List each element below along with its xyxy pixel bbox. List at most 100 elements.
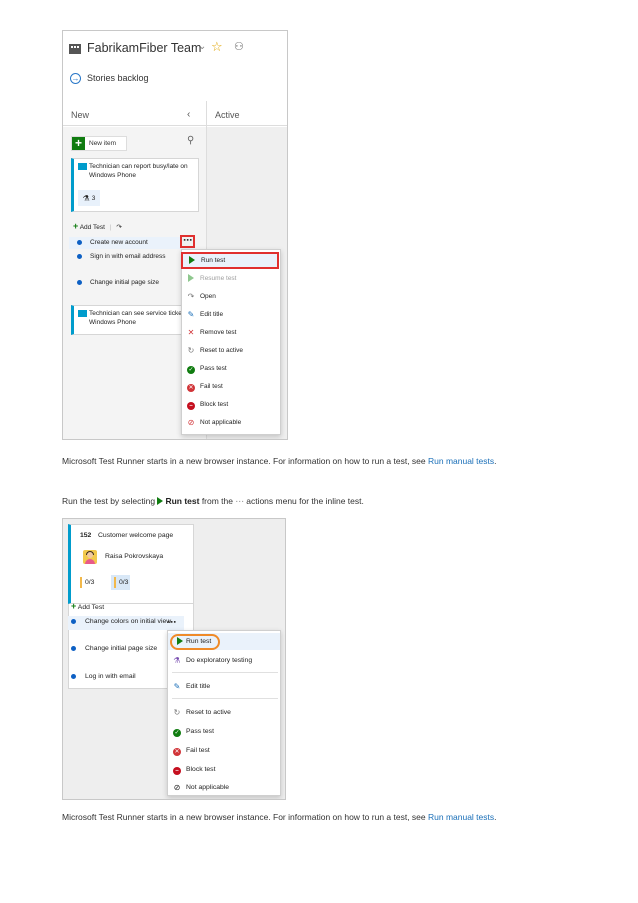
menu-item-edit-title[interactable]: ✎ Edit title [168,678,280,695]
test-actions-menu: Run test Resume test ↷ Open ✎ Edit title… [181,249,281,435]
menu-item-exploratory-testing[interactable]: ⚗ Do exploratory testing [168,652,280,669]
menu-item-run-test[interactable]: Run test [168,633,280,650]
plus-icon: + [71,601,77,611]
add-test-label: Add Test [77,604,105,611]
test-item[interactable]: Change initial page size [77,279,177,287]
block-circle-icon: – [173,766,181,775]
test-item[interactable]: Change initial page size [71,645,181,654]
play-icon [189,255,195,264]
menu-item-label: Remove test [200,329,237,336]
add-test-button[interactable]: + Add Test [71,601,104,611]
new-item-button[interactable]: + New item [71,136,127,151]
menu-item-reset-to-active[interactable]: ↻ Reset to active [168,704,280,721]
run-manual-tests-link[interactable]: Run manual tests [428,456,494,466]
test-dot-icon [71,646,76,651]
menu-item-not-applicable[interactable]: ⊘ Not applicable [168,779,280,796]
paragraph-end: . [494,456,497,466]
test-item[interactable]: Sign in with email address [77,253,177,261]
stories-backlog-link[interactable]: Stories backlog [87,73,149,83]
test-item[interactable]: Log in with email [71,673,181,682]
open-arrow-icon: ↷ [187,292,195,301]
arrow-right-circle-icon[interactable]: → [70,73,81,84]
separator: | [109,224,112,231]
menu-item-label: Pass test [200,365,227,372]
share-icon[interactable]: ↷ [116,224,121,231]
paragraph-run-instructions: Run the test by selecting Run test from … [62,492,562,510]
menu-item-block-test[interactable]: – Block test [168,761,280,778]
test-progress-chip[interactable]: 0/3 [111,575,131,590]
search-icon[interactable]: ⚲ [187,135,194,146]
screenshot-backlog-2: 152 Customer welcome page Raisa Pokrovsk… [62,518,286,800]
menu-item-label: Run test [201,257,226,264]
menu-item-label: Reset to active [186,709,231,716]
play-icon [177,636,183,645]
star-icon[interactable]: ☆ [211,39,223,55]
add-test-button[interactable]: + Add Test | ↷ [73,221,122,231]
test-dot-icon [77,254,82,259]
menu-separator [172,698,278,699]
story-card-title[interactable]: Customer welcome page [98,532,173,539]
menu-item-open[interactable]: ↷ Open [182,288,280,305]
pencil-icon: ✎ [173,682,181,691]
menu-item-not-applicable[interactable]: ⊘ Not applicable [182,414,280,431]
menu-item-fail-test[interactable]: ✕ Fail test [168,742,280,759]
new-item-label: New item [89,140,117,147]
menu-item-resume-test[interactable]: Resume test [182,270,280,287]
test-item[interactable]: Create new account [69,237,195,249]
actions-ellipsis-button[interactable]: ⋯ [167,618,176,627]
run-manual-tests-link[interactable]: Run manual tests [428,812,494,822]
chip-value: 0/3 [119,579,129,586]
pencil-icon: ✎ [187,310,195,319]
test-count-chip[interactable]: ⚗ 3 [78,190,100,206]
assignee-name[interactable]: Raisa Pokrovskaya [105,553,163,560]
menu-item-label: Do exploratory testing [186,657,253,664]
play-icon [157,497,164,505]
flask-icon: ⚗ [173,656,181,665]
ellipsis-icon: ⋯ [235,496,244,506]
menu-item-fail-test[interactable]: ✕ Fail test [182,378,280,395]
menu-item-reset-to-active[interactable]: ↻ Reset to active [182,342,280,359]
check-circle-icon: ✓ [187,365,195,374]
menu-item-pass-test[interactable]: ✓ Pass test [168,723,280,740]
menu-item-remove-test[interactable]: ✕ Remove test [182,324,280,341]
menu-item-pass-test[interactable]: ✓ Pass test [182,360,280,377]
menu-item-edit-title[interactable]: ✎ Edit title [182,306,280,323]
plus-icon: + [72,137,85,150]
run-test-emphasis: Run test [165,496,200,506]
menu-item-label: Edit title [200,311,224,318]
story-card-title[interactable]: Technician can report busy/late on Windo… [89,163,199,180]
paragraph-text: Run the test by selecting [62,496,158,506]
test-title: Change initial page size [90,279,160,286]
chip-value: 0/3 [85,579,95,586]
story-card[interactable]: Technician can see service tickets on Wi… [71,305,199,335]
story-card[interactable]: 152 Customer welcome page Raisa Pokrovsk… [68,524,194,604]
menu-separator [172,672,278,673]
check-circle-icon: ✓ [173,728,181,737]
fail-circle-icon: ✕ [173,747,181,756]
menu-item-label: Edit title [186,683,211,690]
menu-item-label: Fail test [200,383,223,390]
chevron-down-icon[interactable]: ⌄ [198,41,206,52]
add-test-label: Add Test [79,224,105,231]
flask-icon: ⚗ [82,193,90,203]
paragraph-text: from the [199,496,236,506]
menu-item-label: Fail test [186,747,210,754]
test-dot-icon [71,619,76,624]
reset-icon: ↻ [173,708,181,717]
task-progress-chip[interactable]: 0/3 [80,575,94,590]
paragraph-text: actions menu for the inline test. [243,496,364,506]
screenshot-backlog-1: FabrikamFiber Team ⌄ ☆ ⚇ → Stories backl… [62,30,288,440]
story-id: 152 [80,532,92,539]
menu-item-label: Pass test [186,728,214,735]
menu-item-run-test[interactable]: Run test [181,252,279,269]
chevron-left-icon[interactable]: ‹ [187,109,190,120]
team-name[interactable]: FabrikamFiber Team [87,41,201,55]
paragraph-runner-info-2: Microsoft Test Runner starts in a new br… [62,808,562,826]
story-card[interactable]: Technician can report busy/late on Windo… [71,158,199,212]
test-title: Sign in with email address [90,253,166,260]
block-circle-icon: – [187,401,195,410]
actions-ellipsis-button[interactable]: ⋯ [180,235,195,248]
menu-item-label: Block test [200,401,229,408]
menu-item-block-test[interactable]: – Block test [182,396,280,413]
people-icon[interactable]: ⚇ [234,40,244,53]
